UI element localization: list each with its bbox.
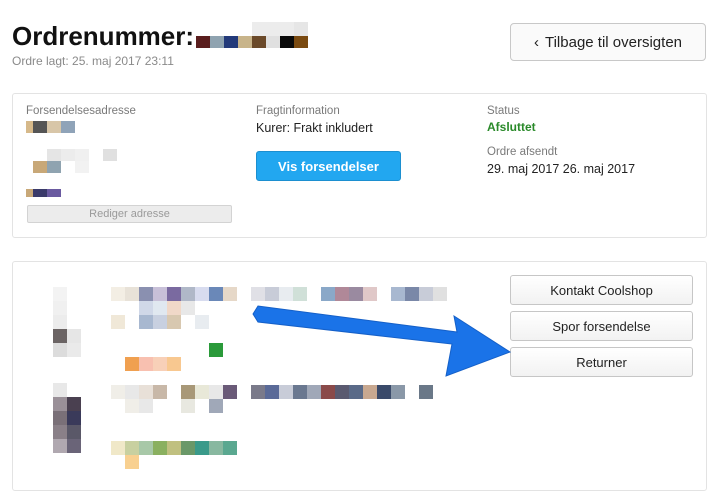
status-label: Status xyxy=(487,105,520,117)
freight-label: Fragtinformation xyxy=(256,105,340,117)
back-button-label: Tilbage til oversigten xyxy=(544,33,682,51)
order-items-panel: Kontakt Coolshop Spor forsendelse Return… xyxy=(12,261,707,491)
shipping-address-section: Forsendelsesadresse xyxy=(26,105,246,197)
contact-coolshop-button[interactable]: Kontakt Coolshop xyxy=(510,275,693,305)
shipping-address-label: Forsendelsesadresse xyxy=(26,105,136,117)
redacted-address xyxy=(26,121,117,197)
track-shipment-button[interactable]: Spor forsendelse xyxy=(510,311,693,341)
page-title-text: Ordrenummer: xyxy=(12,21,195,51)
chevron-left-icon: ‹ xyxy=(533,33,539,51)
freight-value: Kurer: Frakt inkludert xyxy=(256,121,373,135)
return-button[interactable]: Returner xyxy=(510,347,693,377)
status-section: Status Afsluttet Ordre afsendt 29. maj 2… xyxy=(487,105,697,176)
redacted-order-number xyxy=(196,22,336,50)
page-title: Ordrenummer: xyxy=(12,20,336,52)
order-sent-label: Ordre afsendt xyxy=(487,146,558,158)
product-image-redacted xyxy=(53,287,81,453)
product-details-redacted xyxy=(111,287,447,469)
status-badge: Afsluttet xyxy=(487,120,536,134)
freight-section: Fragtinformation Kurer: Frakt inkludert xyxy=(256,105,456,135)
order-header: Ordrenummer: Ordre lagt: 25. maj 2017 23… xyxy=(12,20,336,68)
order-sent-value: 29. maj 2017 26. maj 2017 xyxy=(487,162,636,176)
back-to-overview-button[interactable]: ‹ Tilbage til oversigten xyxy=(510,23,706,61)
order-info-panel: Forsendelsesadresse Rediger adresse Frag… xyxy=(12,93,707,238)
order-placed-date: Ordre lagt: 25. maj 2017 23:11 xyxy=(12,54,174,68)
edit-address-button[interactable]: Rediger adresse xyxy=(27,205,232,223)
show-shipments-button[interactable]: Vis forsendelser xyxy=(256,151,401,181)
